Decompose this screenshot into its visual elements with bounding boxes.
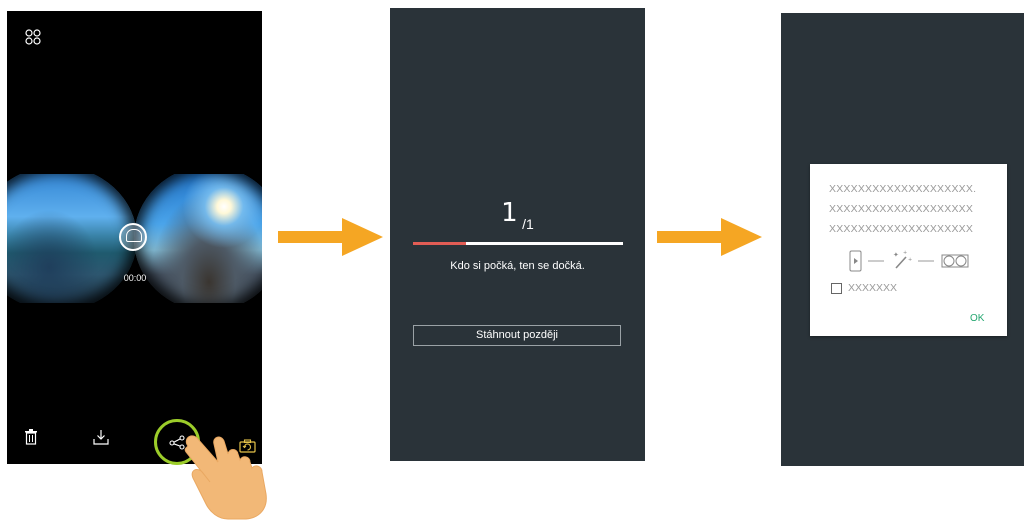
vr-view-icon[interactable] <box>119 223 147 251</box>
counter-current: 1 <box>501 198 518 228</box>
dialog-text-line: XXXXXXXXXXXXXXXXXXXX <box>829 203 974 215</box>
progress-bar-fill <box>413 242 466 245</box>
dialog-illustration: ✦ + + <box>848 248 978 274</box>
svg-text:✦: ✦ <box>893 251 899 259</box>
wait-message: Kdo si počká, ten se dočká. <box>450 260 585 272</box>
dialog-text-line: XXXXXXXXXXXXXXXXXXXX <box>829 223 974 235</box>
trash-icon[interactable] <box>24 429 38 445</box>
dont-show-again-checkbox[interactable] <box>831 283 842 294</box>
arrow-right-icon <box>657 218 762 256</box>
counter-total: /1 <box>522 216 534 232</box>
fisheye-left-image <box>7 174 137 303</box>
checkbox-label: XXXXXXX <box>848 282 898 294</box>
playback-time: 00:00 <box>123 273 147 283</box>
download-later-button[interactable]: Stáhnout později <box>413 325 621 346</box>
fisheye-right-image <box>134 174 262 303</box>
dialog-text-line: XXXXXXXXXXXXXXXXXXXX. <box>829 183 977 195</box>
ok-button[interactable]: OK <box>970 313 984 324</box>
download-progress-screen: 1 /1 Kdo si počká, ten se dočká. Stáhnou… <box>390 8 645 461</box>
magic-wand-icon: ✦ + + <box>893 250 912 269</box>
download-counter: 1 /1 <box>390 198 645 232</box>
camera-viewer-screen: 00:00 <box>7 11 262 465</box>
progress-bar <box>413 242 623 245</box>
svg-text:+: + <box>908 257 912 263</box>
grid-icon[interactable] <box>25 29 41 45</box>
arrow-right-icon <box>278 218 383 256</box>
svg-text:+: + <box>903 250 907 256</box>
vr-camera-icon <box>941 254 969 268</box>
download-icon[interactable] <box>93 429 109 445</box>
hand-pointer-icon <box>180 418 275 521</box>
dialog-screen: XXXXXXXXXXXXXXXXXXXX. XXXXXXXXXXXXXXXXXX… <box>781 13 1024 466</box>
info-dialog: XXXXXXXXXXXXXXXXXXXX. XXXXXXXXXXXXXXXXXX… <box>810 164 1007 336</box>
